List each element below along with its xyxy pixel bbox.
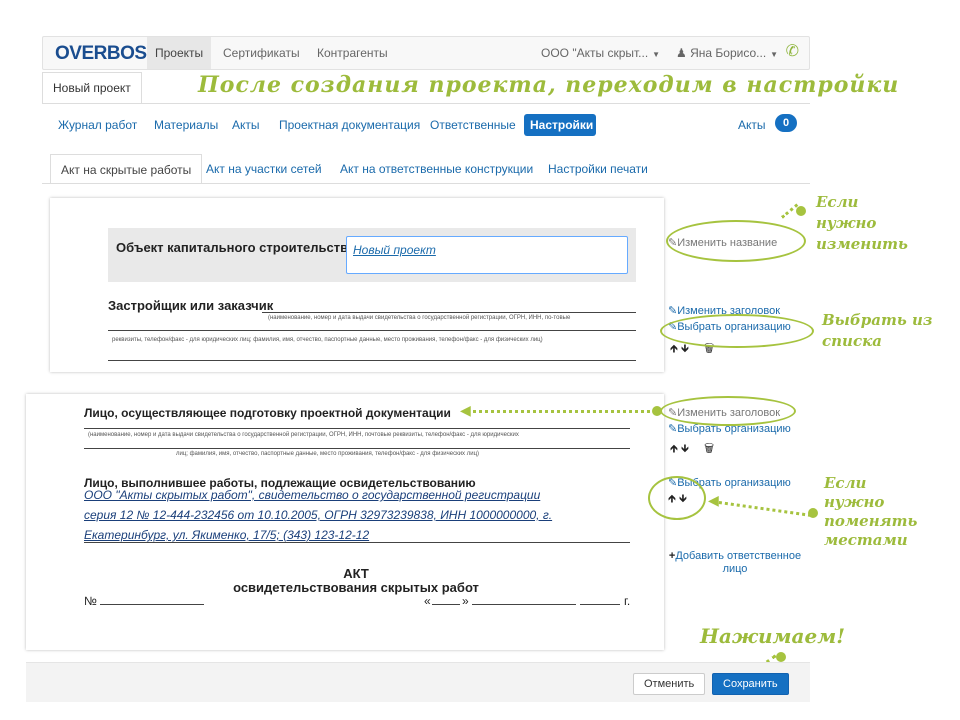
nav-counterparties[interactable]: Контрагенты (309, 37, 396, 69)
underline (472, 604, 576, 605)
underline (432, 604, 460, 605)
tab-work-journal[interactable]: Журнал работ (52, 114, 143, 136)
nav-certificates[interactable]: Сертификаты (215, 37, 308, 69)
annotation-if-rename: Если нужно изменить (816, 193, 908, 253)
user-name: Яна Борисо... (690, 46, 767, 60)
annotation-dot (776, 652, 786, 662)
trash-icon[interactable]: 🗑 (704, 443, 714, 455)
add-responsible-link[interactable]: +Добавить ответственное лицо (658, 550, 812, 576)
design-hint: лиц; фамилия, имя, отчество, паспортные … (176, 451, 480, 457)
nav-projects[interactable]: Проекты (147, 37, 212, 69)
arrow-head-icon: ◀ (708, 492, 719, 508)
arrow-down-icon[interactable]: 🡻 (681, 343, 689, 355)
subtab-responsible-structures[interactable]: Акт на ответственные конструкции (330, 154, 543, 184)
contractor-line: Екатеринбург, ул. Якименко, 17/5; (343) … (84, 528, 370, 542)
date-open-quote: « (424, 594, 431, 608)
annotation-arrow (466, 410, 656, 413)
cancel-button[interactable]: Отменить (633, 673, 706, 695)
object-label: Объект капитального строительства (116, 240, 356, 255)
acts-count-badge: 0 (775, 114, 797, 132)
divider (42, 103, 810, 104)
annotation-dot (796, 206, 806, 216)
highlight-ellipse (648, 476, 706, 520)
annotation-dot (652, 406, 662, 416)
tab-materials[interactable]: Материалы (148, 114, 224, 136)
arrow-head-icon: ◀ (460, 402, 471, 418)
design-hint: (наименование, номер и дата выдачи свиде… (88, 432, 519, 438)
annotation-arrow (711, 500, 812, 517)
document-preview-top: Объект капитального строительства Новый … (50, 198, 664, 372)
act-title: АКТ (343, 566, 369, 581)
underline (100, 604, 204, 605)
highlight-ellipse (660, 396, 796, 426)
pencil-icon: ✎ (668, 423, 678, 435)
subtab-hidden-works[interactable]: Акт на скрытые работы (50, 154, 203, 184)
subtab-print-settings[interactable]: Настройки печати (538, 154, 658, 184)
contractor-line: серия 12 № 12-444-232456 от 10.10.2005, … (84, 508, 553, 522)
chevron-down-icon: ▼ (770, 50, 779, 59)
highlight-ellipse (660, 314, 814, 348)
arrow-down-icon[interactable]: 🡻 (681, 443, 689, 455)
underline (262, 312, 636, 313)
builder-hint: (наименование, номер и дата выдачи свиде… (268, 315, 571, 321)
year-suffix: г. (624, 594, 631, 608)
underline (108, 330, 636, 331)
user-menu[interactable]: ♟ Яна Борисо... ▼ (668, 37, 786, 69)
subtab-network-sections[interactable]: Акт на участки сетей (196, 154, 332, 184)
company-name: ООО "Акты скрыт... (541, 46, 649, 60)
top-navbar: OVERBOSS Проекты Сертификаты Контрагенты… (42, 36, 810, 70)
app-logo[interactable]: OVERBOSS (55, 43, 159, 65)
underline (84, 428, 630, 429)
document-preview-bottom: Лицо, осуществляющее подготовку проектно… (26, 394, 664, 650)
underline (84, 448, 630, 449)
pencil-icon: ✎ (668, 305, 678, 317)
tab-project-docs[interactable]: Проектная документация (273, 114, 426, 136)
annotation-press: Нажимаем! (700, 624, 845, 648)
chevron-down-icon: ▼ (652, 50, 661, 59)
arrow-up-icon[interactable]: 🡹 (670, 343, 678, 355)
tab-settings[interactable]: Настройки (524, 114, 596, 136)
act-subtitle: освидетельствования скрытых работ (233, 580, 479, 595)
builder-hint: реквизиты, телефон/факс - для юридически… (112, 337, 543, 343)
company-dropdown[interactable]: ООО "Акты скрыт... ▼ (533, 37, 668, 69)
project-tab[interactable]: Новый проект (42, 72, 142, 103)
annotation-title: После создания проекта, переходим в наст… (198, 72, 900, 98)
divider (42, 183, 810, 184)
phone-icon[interactable]: ✆ (786, 41, 799, 63)
contractor-line: ООО "Акты скрытых работ", свидетельство … (84, 488, 541, 502)
date-close-quote: » (462, 594, 469, 608)
annotation-choose-list: Выбрать из списка (822, 311, 933, 350)
add-responsible-label: Добавить ответственное лицо (675, 550, 802, 575)
form-footer: Отменить Сохранить (26, 662, 810, 702)
underline (108, 360, 636, 361)
object-block: Объект капитального строительства Новый … (108, 228, 636, 282)
underline (84, 542, 630, 543)
user-icon: ♟ (676, 46, 687, 60)
underline (580, 604, 620, 605)
act-number-label: № (84, 594, 97, 608)
save-button[interactable]: Сохранить (712, 673, 789, 695)
tab-responsible[interactable]: Ответственные (424, 114, 522, 136)
row-actions: 🡹 🡻 🗑 (670, 440, 714, 459)
highlight-ellipse (666, 220, 806, 262)
annotation-dot (808, 508, 818, 518)
builder-label: Застройщик или заказчик (108, 298, 274, 313)
tab-acts[interactable]: Акты (226, 114, 266, 136)
acts-counter-label[interactable]: Акты (732, 114, 766, 136)
arrow-up-icon[interactable]: 🡹 (670, 443, 678, 455)
design-doc-label: Лицо, осуществляющее подготовку проектно… (84, 406, 451, 420)
annotation-if-swap: Если нужно поменять местами (824, 474, 918, 549)
object-name-input[interactable]: Новый проект (346, 236, 628, 274)
